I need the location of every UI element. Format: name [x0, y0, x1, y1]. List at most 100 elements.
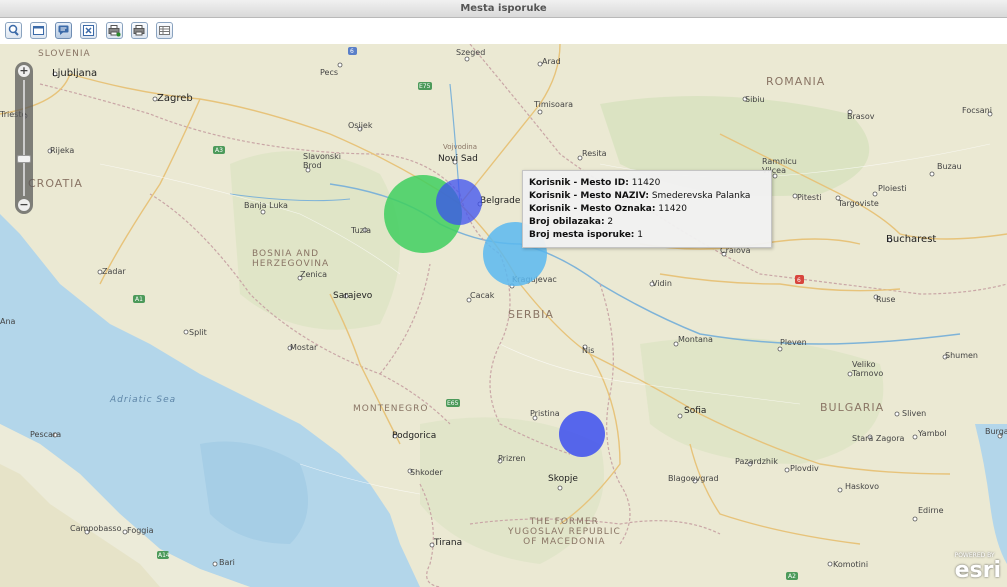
label-serbia: SERBIA [508, 308, 554, 321]
city-pecs: Pecs [320, 68, 339, 77]
city-zagreb: Zagreb [157, 93, 193, 104]
city-sarajevo: Sarajevo [333, 291, 373, 301]
city-yambol: Yambol [918, 429, 947, 438]
label-montenegro: MONTENEGRO [353, 404, 429, 414]
zoom-slider[interactable]: + − [15, 62, 33, 214]
city-haskovo: Haskovo [845, 482, 879, 491]
city-brasov: Brasov [847, 112, 875, 121]
city-nis: Nis [582, 346, 595, 355]
print-button[interactable] [131, 22, 148, 39]
city-bari: Bari [219, 558, 235, 567]
city-pristina: Pristina [530, 409, 560, 418]
city-sofia: Sofia [684, 406, 707, 416]
city-tuzla: Tuzla [351, 226, 372, 235]
city-ljubljana: Ljubljana [52, 68, 98, 79]
printer-plus-icon [108, 25, 121, 37]
city-campobasso: Campobasso [70, 524, 122, 533]
city-shumen: Shumen [945, 351, 979, 360]
printer-icon [133, 25, 145, 36]
city-zadar: Zadar [102, 267, 126, 276]
popup-info-button[interactable] [55, 22, 72, 39]
excel-button[interactable] [80, 22, 97, 39]
city-blagoevgrad: Blagoevgrad [668, 474, 719, 483]
city-pazardzhik: Pazardzhik [735, 457, 778, 466]
popup-row-naziv: Korisnik - Mesto NAZIV: Smederevska Pala… [529, 191, 751, 201]
city-novi-sad: Novi Sad [438, 154, 478, 164]
road-shield-a14: A14 [158, 552, 170, 559]
bubble-belgrade[interactable] [436, 179, 482, 225]
popup-row-mesta: Broj mesta isporuke: 1 [529, 230, 644, 240]
city-podgorica: Podgorica [392, 431, 437, 441]
city-buzau: Buzau [937, 162, 962, 171]
label-croatia: CROATIA [28, 177, 83, 190]
city-banja-luka: Banja Luka [244, 201, 288, 210]
city-pescara: Pescara [30, 430, 62, 439]
city-slavonski-brod: Slavonski Brod [303, 152, 341, 170]
excel-icon [83, 25, 94, 36]
city-osijek: Osijek [348, 121, 373, 130]
toolbar [0, 18, 1007, 45]
city-shkoder: Shkoder [410, 468, 443, 477]
city-split: Split [189, 328, 207, 337]
city-ana: Ana [0, 317, 16, 326]
zoom-tool-button[interactable] [5, 22, 22, 39]
city-burgas: Burgas [985, 427, 1007, 436]
city-focsani: Focsani [962, 106, 992, 115]
road-shield-6: 6 [350, 48, 354, 55]
speech-bubble-icon [58, 25, 69, 35]
city-zenica: Zenica [300, 270, 327, 279]
city-mostar: Mostar [290, 343, 318, 352]
zoom-thumb[interactable] [17, 155, 31, 163]
city-arad: Arad [542, 57, 561, 66]
label-bosnia-herzegovina: BOSNIA AND HERZEGOVINA [252, 249, 330, 269]
label-romania: ROMANIA [766, 75, 826, 88]
zoom-out-button[interactable]: − [18, 199, 30, 211]
city-szeged: Szeged [456, 48, 486, 57]
zoom-track[interactable] [23, 80, 25, 196]
esri-logo: POWERED BY esri [954, 552, 1001, 583]
city-sliven: Sliven [902, 409, 927, 418]
window-icon [33, 26, 44, 35]
city-plovdiv: Plovdiv [790, 464, 819, 473]
zoom-in-button[interactable]: + [18, 65, 30, 77]
label-adriatic-sea: Adriatic Sea [110, 395, 177, 405]
city-vidin: Vidin [652, 279, 672, 288]
window-title: Mesta isporuke [0, 0, 1007, 18]
window-button[interactable] [30, 22, 47, 39]
city-prizren: Prizren [498, 454, 526, 463]
city-stara-zagora: Stara Zagora [852, 434, 905, 443]
city-ruse: Ruse [876, 295, 896, 304]
city-skopje: Skopje [548, 474, 578, 484]
label-bulgaria: BULGARIA [820, 401, 885, 414]
city-cacak: Cacak [470, 291, 495, 300]
city-bucharest: Bucharest [886, 234, 937, 245]
city-veliko-tarnovo: Veliko Tarnovo [852, 360, 884, 378]
map-view[interactable]: 6 E75 A3 A1 E65 A14 A2 6 SLOVENIA CROATI… [0, 44, 1007, 587]
road-shield-a3: A3 [215, 147, 223, 154]
city-ploiesti: Ploiesti [878, 184, 907, 193]
city-rijeka: Rijeka [50, 146, 75, 155]
city-pitesti: Pitesti [797, 193, 822, 202]
road-shield-a1: A1 [135, 296, 143, 303]
popup-row-oznaka: Korisnik - Mesto Oznaka: 11420 [529, 204, 687, 214]
road-shield-a2: A2 [788, 573, 796, 580]
popup-row-id: Korisnik - Mesto ID: 11420 [529, 178, 661, 188]
bubble-pristina[interactable] [559, 411, 605, 457]
basemap: 6 E75 A3 A1 E65 A14 A2 6 [0, 44, 1007, 587]
table-button[interactable] [156, 22, 173, 39]
city-targoviste: Targoviste [838, 199, 879, 208]
table-icon [159, 26, 170, 35]
print-add-button[interactable] [106, 22, 123, 39]
road-shield-e75: E75 [419, 83, 431, 90]
city-komotini: Komotini [833, 560, 869, 569]
city-montana: Montana [678, 335, 713, 344]
city-foggia: Foggia [127, 526, 154, 535]
popup-row-obilazaka: Broj obilazaka: 2 [529, 217, 614, 227]
label-slovenia: SLOVENIA [38, 49, 91, 59]
city-sibiu: Sibiu [745, 95, 765, 104]
city-tirana: Tirana [434, 538, 463, 548]
city-belgrade: Belgrade [480, 196, 521, 206]
city-resita: Resita [582, 149, 607, 158]
road-shield-6-red: 6 [797, 277, 801, 284]
info-popup: Korisnik - Mesto ID: 11420 Korisnik - Me… [522, 170, 772, 248]
